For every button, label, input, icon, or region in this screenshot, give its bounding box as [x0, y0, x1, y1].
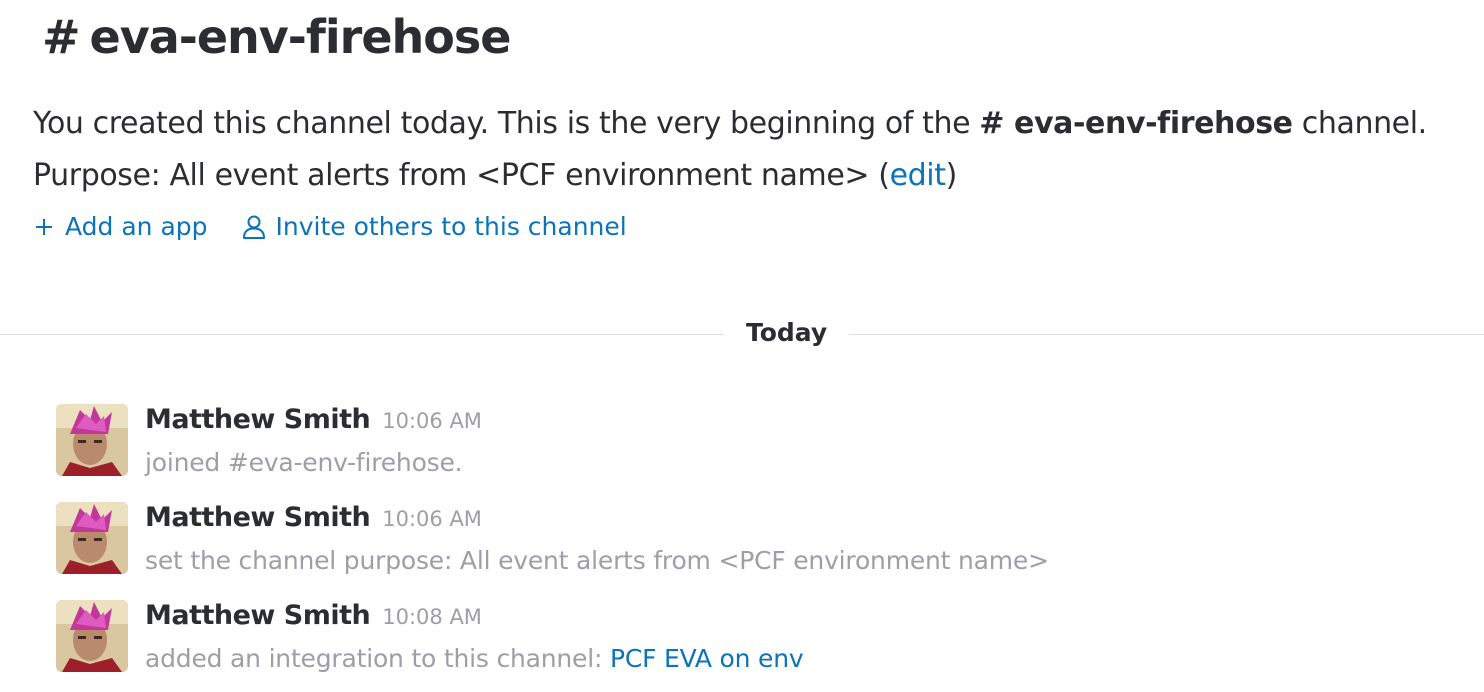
message-text: added an integration to this channel: PC…: [145, 644, 804, 673]
intro-text: You created this channel today. This is …: [33, 106, 980, 141]
message-text-content: joined #eva-env-firehose.: [145, 448, 463, 477]
message-header: Matthew Smith 10:06 AM: [145, 404, 482, 435]
intro-text-after: channel.: [1292, 106, 1427, 141]
message-author[interactable]: Matthew Smith: [145, 404, 371, 435]
message-text-content: added an integration to this channel:: [145, 644, 610, 673]
intro-line: You created this channel today. This is …: [33, 98, 1427, 150]
avatar-image: [56, 600, 128, 672]
person-icon: [242, 215, 265, 239]
edit-purpose-link[interactable]: edit: [890, 158, 946, 193]
channel-hash: #: [42, 10, 81, 64]
message-text: joined #eva-env-firehose.: [145, 448, 463, 477]
message-header: Matthew Smith 10:06 AM: [145, 502, 482, 533]
plus-icon: [36, 218, 52, 235]
channel-actions: Add an app Invite others to this channel: [33, 212, 627, 241]
add-app-label: Add an app: [65, 212, 208, 241]
avatar[interactable]: [56, 404, 128, 476]
avatar[interactable]: [56, 600, 128, 672]
message-author[interactable]: Matthew Smith: [145, 600, 371, 631]
message-text: set the channel purpose: All event alert…: [145, 546, 1049, 575]
message: Matthew Smith 10:06 AM set the channel p…: [56, 502, 1456, 582]
message: Matthew Smith 10:06 AM joined #eva-env-f…: [56, 404, 1456, 484]
message-timestamp[interactable]: 10:08 AM: [382, 605, 482, 629]
invite-button[interactable]: Invite others to this channel: [242, 212, 627, 241]
channel-intro: You created this channel today. This is …: [33, 98, 1427, 202]
purpose-text: Purpose: All event alerts from <PCF envi…: [33, 158, 890, 193]
channel-page: # eva-env-firehose You created this chann…: [0, 0, 1484, 692]
avatar[interactable]: [56, 502, 128, 574]
message-author[interactable]: Matthew Smith: [145, 502, 371, 533]
channel-name: eva-env-firehose: [89, 10, 512, 64]
intro-channel-ref: # eva-env-firehose: [979, 106, 1293, 141]
channel-title: # eva-env-firehose: [42, 10, 512, 64]
message-timestamp[interactable]: 10:06 AM: [382, 507, 482, 531]
purpose-line: Purpose: All event alerts from <PCF envi…: [33, 150, 1427, 202]
message-text-content: set the channel purpose: All event alert…: [145, 546, 1049, 575]
message: Matthew Smith 10:08 AM added an integrat…: [56, 600, 1456, 680]
day-divider-label: Today: [724, 318, 850, 347]
message-timestamp[interactable]: 10:06 AM: [382, 409, 482, 433]
integration-link[interactable]: PCF EVA on env: [610, 644, 804, 673]
purpose-suffix: ): [945, 158, 958, 193]
message-header: Matthew Smith 10:08 AM: [145, 600, 482, 631]
invite-label: Invite others to this channel: [275, 212, 627, 241]
avatar-image: [56, 404, 128, 476]
add-app-button[interactable]: Add an app: [33, 212, 208, 241]
avatar-image: [56, 502, 128, 574]
